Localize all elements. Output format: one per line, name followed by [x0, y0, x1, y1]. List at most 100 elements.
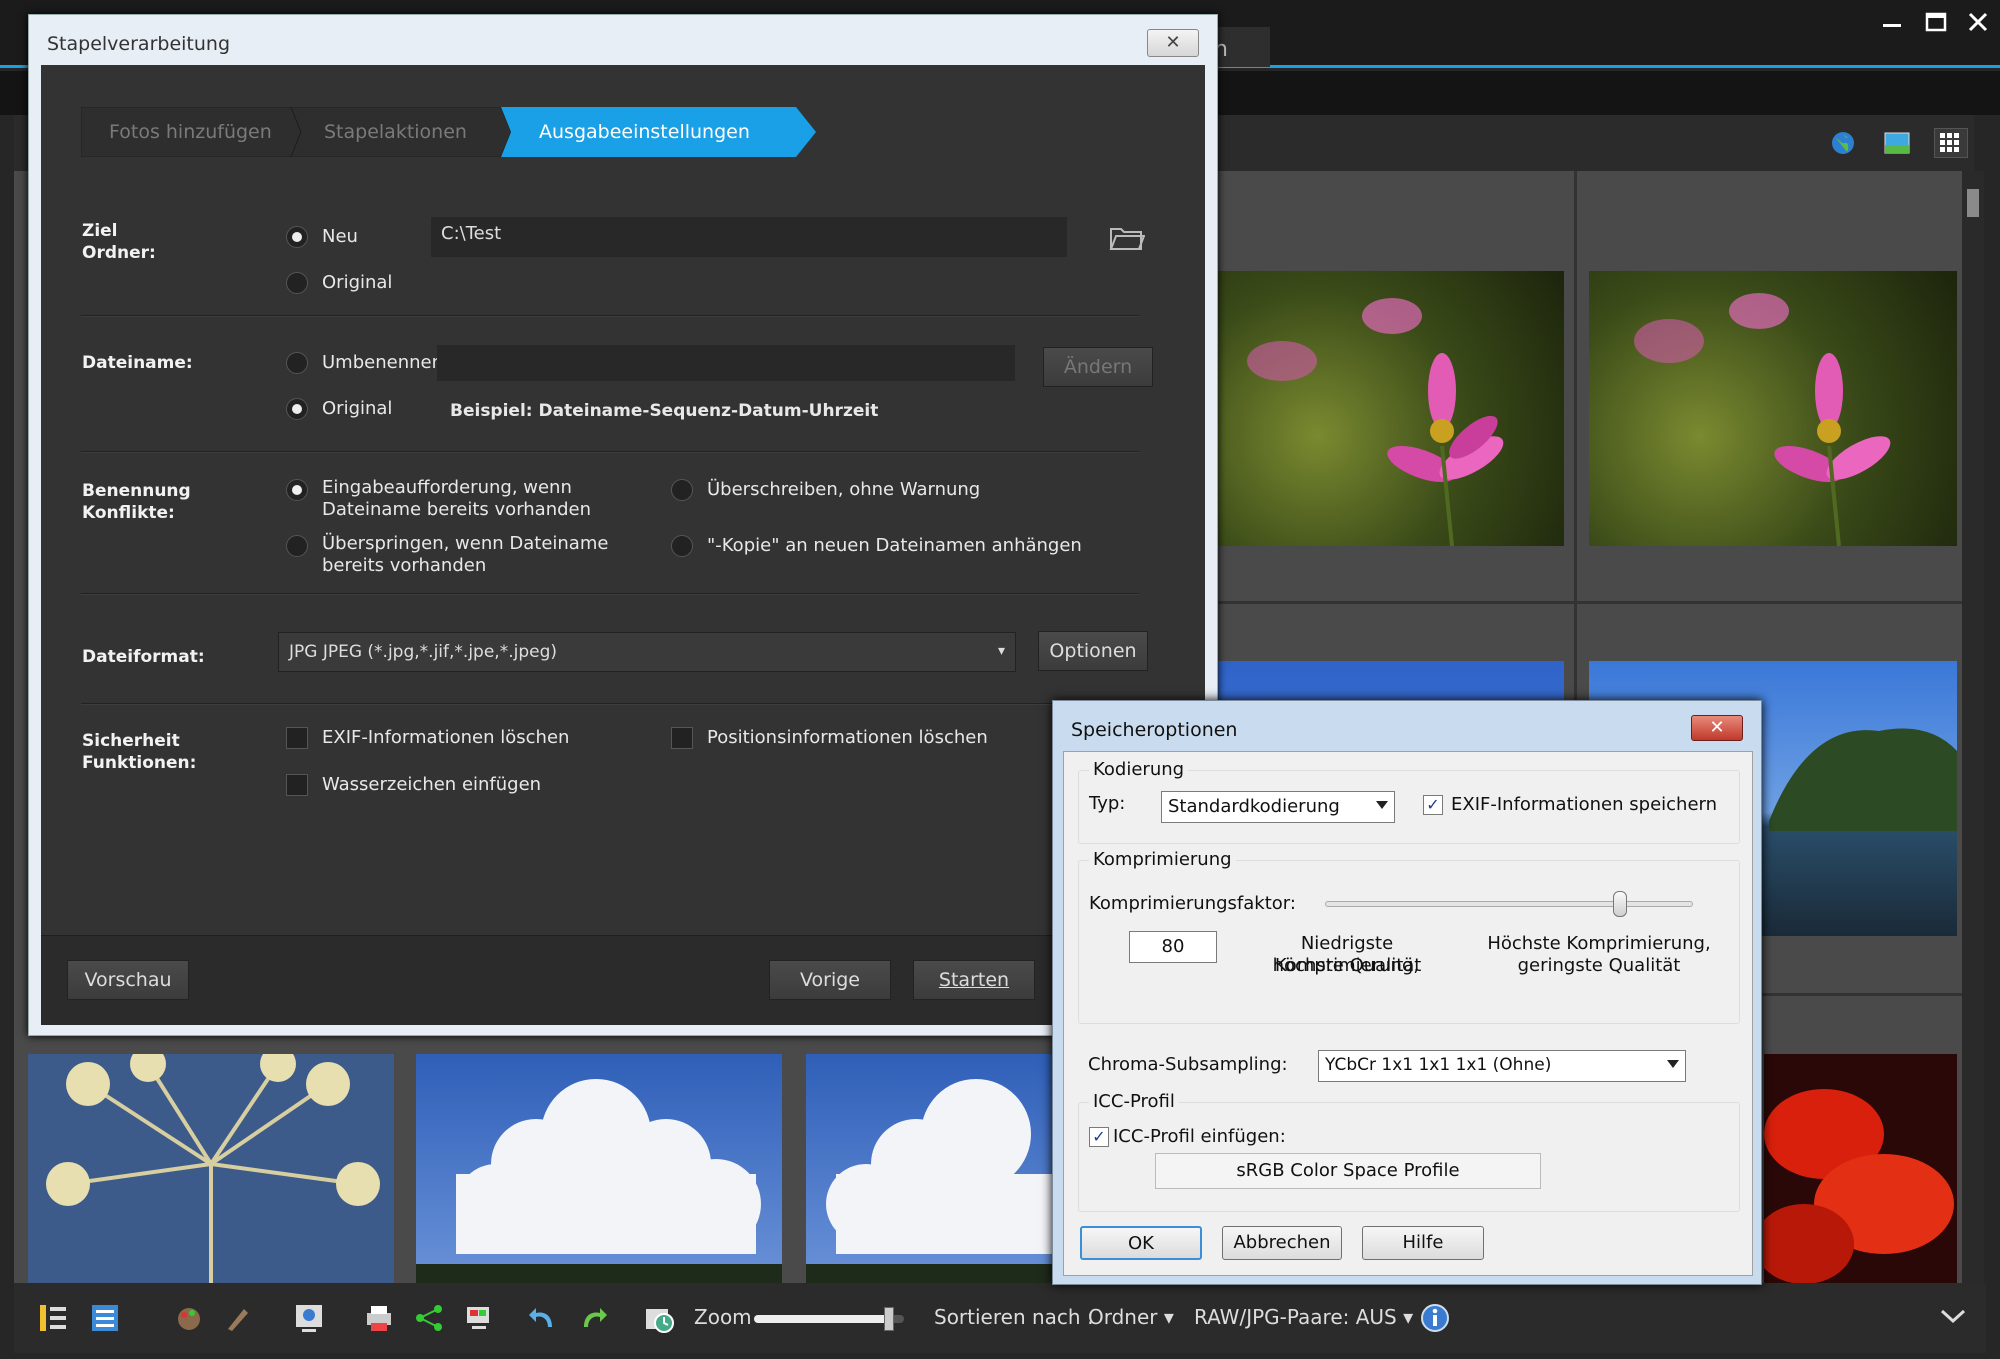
sort-label: Sortieren nach :	[934, 1305, 1094, 1329]
format-select[interactable]: JPG JPEG (*.jpg,*.jif,*.jpe,*.jpeg) ▾	[278, 632, 1016, 672]
sort-value: Ordner	[1088, 1305, 1158, 1329]
chroma-select[interactable]: YCbCr 1x1 1x1 1x1 (Ohne)	[1318, 1050, 1686, 1082]
filename-rename-radio[interactable]	[286, 352, 308, 374]
brush-icon[interactable]	[222, 1301, 256, 1335]
compression-factor-label: Komprimierungsfaktor:	[1089, 893, 1296, 914]
thumbnail-flower-2[interactable]	[1589, 271, 1957, 546]
delete-position-label: Positionsinformationen löschen	[707, 727, 988, 748]
icc-profile-field: sRGB Color Space Profile	[1155, 1153, 1541, 1189]
batch-dialog: Stapelverarbeitung ✕ Fotos hinzufügen St…	[28, 14, 1218, 1036]
print-icon[interactable]	[362, 1301, 396, 1335]
encoding-type-select[interactable]: Standardkodierung	[1161, 791, 1395, 823]
conflict-skip-line1: Überspringen, wenn Dateiname	[322, 533, 609, 554]
step-add-photos[interactable]: Fotos hinzufügen	[81, 107, 291, 157]
target-original-radio[interactable]	[286, 272, 308, 294]
raw-jpg-dropdown[interactable]: RAW/JPG-Paare: AUS ▾	[1194, 1305, 1413, 1329]
map-icon[interactable]	[1882, 128, 1916, 158]
filename-rename-label: Umbenennen	[322, 352, 443, 373]
close-icon[interactable]: ✕	[1147, 29, 1199, 57]
previous-button[interactable]: Vorige	[769, 960, 891, 1000]
grid-view-icon[interactable]	[1934, 128, 1968, 158]
scrollbar-thumb[interactable]	[1967, 189, 1979, 217]
batch-process-icon[interactable]	[642, 1301, 676, 1335]
minimize-icon[interactable]	[1874, 10, 1910, 40]
high-compression-line2: geringste Qualität	[1517, 955, 1681, 976]
format-value: JPG JPEG (*.jpg,*.jif,*.jpe,*.jpeg)	[289, 642, 557, 662]
delete-exif-checkbox[interactable]	[286, 727, 308, 749]
close-icon[interactable]: ✕	[1691, 715, 1743, 741]
compression-value-input[interactable]: 80	[1129, 931, 1217, 963]
folder-browse-icon[interactable]	[1109, 223, 1146, 253]
export-icon[interactable]	[462, 1301, 496, 1335]
encoding-group-title: Kodierung	[1089, 759, 1189, 780]
chevron-down-icon	[1667, 1060, 1679, 1068]
delete-position-checkbox[interactable]	[671, 727, 693, 749]
format-label: Dateiformat:	[82, 647, 205, 667]
rename-pattern-input[interactable]	[437, 345, 1015, 381]
grid-scrollbar[interactable]	[1962, 171, 1984, 1283]
conflict-skip-line2: bereits vorhanden	[322, 555, 487, 576]
compression-slider[interactable]	[1325, 891, 1693, 917]
info-icon[interactable]	[1418, 1301, 1452, 1335]
redo-icon[interactable]	[576, 1301, 610, 1335]
target-path-input[interactable]: C:\Test	[431, 217, 1067, 257]
encoding-group: Kodierung Typ: Standardkodierung ✓ EXIF-…	[1078, 759, 1740, 844]
compression-group-title: Komprimierung	[1089, 849, 1236, 870]
icc-embed-checkbox[interactable]: ✓	[1089, 1127, 1109, 1147]
thumbnail-plant[interactable]	[28, 1054, 394, 1283]
step-batch-actions[interactable]: Stapelaktionen	[296, 107, 501, 157]
cancel-button[interactable]: Abbrechen	[1222, 1226, 1342, 1260]
target-new-radio[interactable]	[286, 226, 308, 248]
ok-button[interactable]: OK	[1080, 1226, 1202, 1260]
edit-palette-icon[interactable]	[172, 1301, 206, 1335]
undo-icon[interactable]	[526, 1301, 560, 1335]
chroma-value: YCbCr 1x1 1x1 1x1 (Ohne)	[1325, 1055, 1552, 1075]
globe-icon[interactable]	[1828, 128, 1862, 158]
chevron-down-icon[interactable]	[1936, 1305, 1970, 1339]
conflict-append-radio[interactable]	[671, 535, 693, 557]
conflict-overwrite-radio[interactable]	[671, 479, 693, 501]
slideshow-icon[interactable]	[292, 1301, 326, 1335]
thumbnail-clouds-1[interactable]	[416, 1054, 782, 1283]
save-exif-checkbox[interactable]: ✓	[1423, 795, 1443, 815]
tab-partial[interactable]: n	[1210, 27, 1270, 67]
checkmark-icon: ✓	[1092, 1127, 1106, 1146]
zoom-label: Zoom	[694, 1305, 752, 1329]
filename-original-radio[interactable]	[286, 398, 308, 420]
thumbnail-red-flower[interactable]	[1764, 1054, 1957, 1283]
security-label-line2: Funktionen:	[82, 753, 197, 773]
step-output-settings[interactable]: Ausgabeeinstellungen	[511, 107, 801, 157]
maximize-icon[interactable]	[1918, 10, 1954, 40]
sort-dropdown[interactable]: Ordner ▾	[1088, 1305, 1174, 1329]
low-compression-line2: höchste Qualität	[1272, 955, 1422, 976]
divider	[81, 451, 1139, 453]
watermark-checkbox[interactable]	[286, 774, 308, 796]
batch-dialog-footer: Vorschau Vorige Starten	[41, 935, 1205, 1025]
start-button[interactable]: Starten	[913, 960, 1035, 1000]
zoom-slider[interactable]	[754, 1307, 904, 1331]
zoom-slider-fill	[754, 1315, 889, 1323]
bottom-toolbar: Zoom Sortieren nach : Ordner ▾ RAW/JPG-P…	[14, 1283, 1986, 1353]
conflict-skip-radio[interactable]	[286, 535, 308, 557]
options-button[interactable]: Optionen	[1038, 631, 1148, 671]
conflict-prompt-radio[interactable]	[286, 479, 308, 501]
compression-slider-handle[interactable]	[1613, 891, 1628, 917]
zoom-slider-handle[interactable]	[884, 1307, 894, 1331]
help-button[interactable]: Hilfe	[1362, 1226, 1484, 1260]
close-icon[interactable]	[1960, 10, 1996, 40]
folder-tree-icon[interactable]	[36, 1301, 70, 1335]
divider	[81, 593, 1139, 595]
change-button[interactable]: Ändern	[1043, 347, 1153, 387]
list-view-icon[interactable]	[88, 1301, 122, 1335]
share-icon[interactable]	[412, 1301, 446, 1335]
filename-label: Dateiname:	[82, 353, 193, 373]
thumbnail-flower-1[interactable]	[1212, 271, 1564, 546]
type-label: Typ:	[1089, 793, 1126, 814]
high-compression-line1: Höchste Komprimierung,	[1487, 933, 1711, 954]
conflict-overwrite-label: Überschreiben, ohne Warnung	[707, 479, 981, 500]
chroma-label: Chroma-Subsampling:	[1088, 1054, 1288, 1075]
preview-button[interactable]: Vorschau	[67, 960, 189, 1000]
save-options-dialog: Speicheroptionen ✕ Kodierung Typ: Standa…	[1052, 700, 1762, 1285]
watermark-label: Wasserzeichen einfügen	[322, 774, 542, 795]
thumbnail-clouds-2[interactable]	[806, 1054, 1066, 1283]
